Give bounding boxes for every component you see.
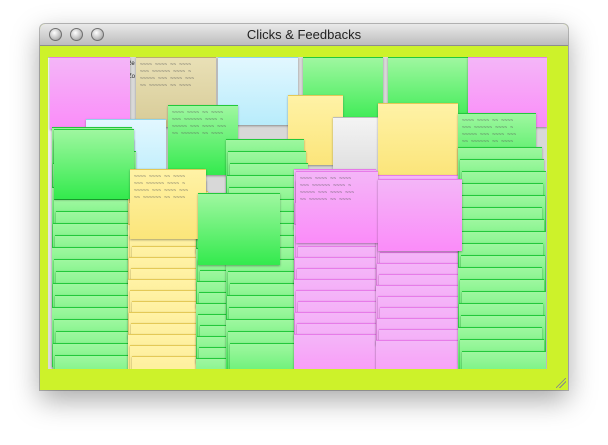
sticky-note[interactable] <box>378 103 458 175</box>
sticky-note[interactable] <box>378 179 462 251</box>
resize-handle[interactable] <box>556 378 566 388</box>
sticky-note[interactable] <box>55 355 135 369</box>
sticky-note[interactable] <box>294 334 376 369</box>
notes-board[interactable]: 2e Zo ~~~~ ~~~~ ~~ ~~~~ ~~~ ~~~~~~ ~~~~ … <box>48 57 547 369</box>
note-text: ~~~~ ~~~~ ~~ ~~~~ ~~~ ~~~~~~ ~~~~ ~ ~~~~… <box>300 176 355 203</box>
sticky-note[interactable]: ~~~~ ~~~~ ~~ ~~~~ ~~~ ~~~~~~ ~~~~ ~ ~~~~… <box>296 171 378 243</box>
window-title: Clicks & Feedbacks <box>246 27 362 42</box>
app-window: Clicks & Feedbacks 2e Zo ~~~~ ~~~~ ~~ ~~… <box>40 24 568 390</box>
sticky-note[interactable] <box>376 340 460 369</box>
note-text: ~~~~ ~~~~ ~~ ~~~~ ~~~ ~~~~~~ ~~~~ ~ ~~~~… <box>462 118 517 145</box>
sticky-note[interactable]: ~~~~ ~~~~ ~~ ~~~~ ~~~ ~~~~~~ ~~~~ ~ ~~~~… <box>130 169 206 239</box>
note-text: ~~~~ ~~~~ ~~ ~~~~ ~~~ ~~~~~~ ~~~~ ~ ~~~~… <box>172 110 227 137</box>
sticky-note[interactable] <box>54 129 134 199</box>
sticky-note[interactable] <box>462 351 546 369</box>
note-text: ~~~~ ~~~~ ~~ ~~~~ ~~~ ~~~~~~ ~~~~ ~ ~~~~… <box>140 62 195 89</box>
sticky-note[interactable] <box>198 193 280 265</box>
window-titlebar[interactable]: Clicks & Feedbacks <box>40 24 568 46</box>
note-text: ~~~~ ~~~~ ~~ ~~~~ ~~~ ~~~~~~ ~~~~ ~ ~~~~… <box>134 174 189 201</box>
